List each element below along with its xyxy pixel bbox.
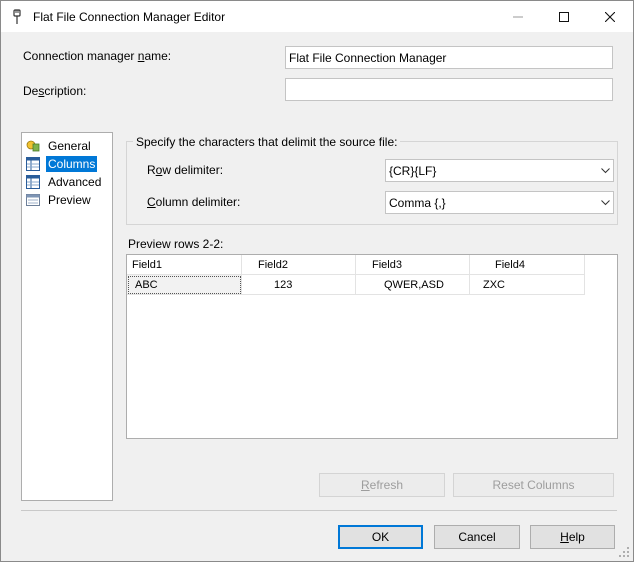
ok-button[interactable]: OK	[338, 525, 423, 549]
nav-item-preview[interactable]: Preview	[26, 191, 93, 208]
column-delimiter-select[interactable]: Comma {,}	[385, 191, 614, 214]
connection-name-input[interactable]: Flat File Connection Manager	[285, 46, 613, 69]
refresh-button[interactable]: Refresh	[319, 473, 445, 497]
grid-cell[interactable]: 123	[242, 275, 356, 295]
button-accesskey: H	[560, 530, 569, 544]
label-text: olumn delimiter:	[155, 195, 241, 209]
dialog-window: Flat File Connection Manager Editor Conn…	[0, 0, 634, 562]
nav-item-label: Advanced	[48, 174, 102, 189]
help-button[interactable]: Help	[530, 525, 615, 549]
button-label: elp	[568, 530, 585, 544]
advanced-icon	[26, 174, 40, 189]
label-accesskey: C	[147, 195, 156, 209]
column-header[interactable]: Field1	[127, 255, 242, 275]
grid-cell[interactable]: QWER,ASD	[356, 275, 470, 295]
resize-grip-icon[interactable]	[618, 546, 630, 558]
label-text: Connection manager	[23, 49, 138, 63]
nav-item-label: Columns	[46, 155, 98, 172]
row-delimiter-label: Row delimiter:	[147, 163, 223, 177]
column-delimiter-value: Comma {,}	[389, 195, 446, 210]
reset-columns-button[interactable]: Reset Columns	[453, 473, 614, 497]
column-header[interactable]: Field2	[242, 255, 356, 275]
minimize-button[interactable]	[495, 1, 541, 32]
preview-grid[interactable]: Field1 Field2 Field3 Field4 ABC 123 QWER…	[126, 254, 618, 439]
close-icon	[605, 11, 615, 22]
button-accesskey: R	[360, 478, 370, 492]
column-delimiter-label: Column delimiter:	[147, 195, 240, 209]
column-header[interactable]: Field4	[470, 255, 585, 275]
label-text: R	[147, 163, 156, 177]
maximize-icon	[559, 11, 569, 22]
connection-name-label: Connection manager name:	[23, 49, 171, 63]
label-text: w delimiter:	[162, 163, 224, 177]
title-bar[interactable]: Flat File Connection Manager Editor	[1, 1, 633, 32]
label-text: ame:	[144, 49, 172, 63]
columns-icon	[26, 156, 40, 171]
preview-icon	[26, 193, 40, 206]
row-delimiter-select[interactable]: {CR}{LF}	[385, 159, 614, 182]
delimiter-group-title: Specify the characters that delimit the …	[133, 135, 401, 149]
chevron-down-icon[interactable]	[597, 192, 613, 213]
chevron-down-icon[interactable]	[597, 160, 613, 181]
maximize-button[interactable]	[541, 1, 587, 32]
description-label: Description:	[23, 84, 86, 98]
button-label: efresh	[369, 478, 404, 492]
footer-separator	[21, 510, 617, 511]
close-button[interactable]	[587, 1, 633, 32]
grid-cell[interactable]: ABC	[127, 275, 242, 295]
nav-item-general[interactable]: General	[26, 137, 93, 154]
column-header[interactable]: Field3	[356, 255, 470, 275]
nav-item-advanced[interactable]: Advanced	[26, 173, 103, 190]
nav-item-label: Preview	[48, 192, 91, 207]
preview-rows-label: Preview rows 2-2:	[128, 237, 224, 251]
label-text: cription:	[44, 84, 87, 98]
connector-icon	[13, 9, 21, 24]
row-delimiter-value: {CR}{LF}	[389, 163, 437, 178]
grid-cell[interactable]: ZXC	[470, 275, 585, 295]
minimize-icon	[513, 16, 523, 17]
label-text: De	[23, 84, 39, 98]
cancel-button[interactable]: Cancel	[434, 525, 520, 549]
nav-item-columns[interactable]: Columns	[26, 155, 98, 172]
nav-item-label: General	[48, 138, 91, 153]
description-input[interactable]	[285, 78, 613, 101]
page-nav-list: General Columns Advanced Preview	[21, 132, 113, 501]
window-title: Flat File Connection Manager Editor	[33, 10, 226, 24]
general-icon	[26, 140, 40, 151]
